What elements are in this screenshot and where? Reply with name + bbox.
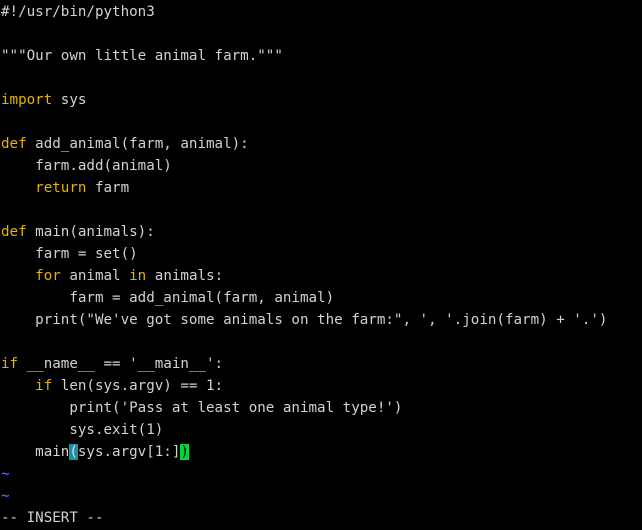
code-line-17[interactable]: if __name__ == '__main__': [1, 353, 223, 375]
code-line-1[interactable]: #!/usr/bin/python3 [1, 1, 155, 23]
code-line-18[interactable]: if len(sys.argv) == 1: [1, 375, 223, 397]
code-line-21[interactable]: main(sys.argv[1:]) [1, 441, 189, 463]
keyword-import: import [1, 92, 53, 108]
vim-editor[interactable]: #!/usr/bin/python3 """Our own little ani… [0, 0, 642, 530]
code-line-20[interactable]: sys.exit(1) [1, 419, 163, 441]
bracket-match-highlight: ( [69, 444, 78, 460]
empty-line-marker: ~ [1, 466, 10, 482]
empty-line-marker: ~ [1, 488, 10, 504]
keyword-def: def [1, 224, 27, 240]
keyword-for: for [35, 268, 61, 284]
code-line-11[interactable]: def main(animals): [1, 221, 155, 243]
code-line-15[interactable]: print("We've got some animals on the far… [1, 309, 607, 331]
code-line-19[interactable]: print('Pass at least one animal type!') [1, 397, 402, 419]
code-line-13[interactable]: for animal in animals: [1, 265, 223, 287]
code-line-12[interactable]: farm = set() [1, 243, 138, 265]
code-line-14[interactable]: farm = add_animal(farm, animal) [1, 287, 334, 309]
code-line-8[interactable]: farm.add(animal) [1, 155, 172, 177]
text-cursor: ) [180, 444, 189, 460]
keyword-if: if [35, 378, 53, 394]
keyword-return: return [35, 180, 87, 196]
code-line-5[interactable]: import sys [1, 89, 86, 111]
keyword-if: if [1, 356, 19, 372]
code-line-9[interactable]: return farm [1, 177, 129, 199]
mode-indicator: -- INSERT -- [1, 510, 104, 526]
keyword-def: def [1, 136, 27, 152]
keyword-in: in [129, 268, 147, 284]
code-line-7[interactable]: def add_animal(farm, animal): [1, 133, 249, 155]
code-line-3[interactable]: """Our own little animal farm.""" [1, 45, 283, 67]
